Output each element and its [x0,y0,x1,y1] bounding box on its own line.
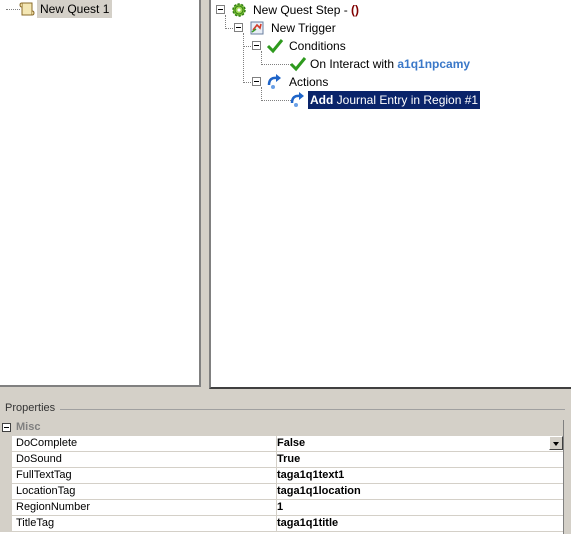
property-row[interactable]: RegionNumber 1 [0,500,563,516]
property-name: DoSound [12,452,277,468]
properties-divider [60,409,565,410]
row-gutter [0,452,12,468]
row-gutter [0,484,12,500]
dropdown-arrow-icon[interactable] [549,436,563,450]
quest-label: New Quest 1 [37,0,113,18]
scroll-icon [18,0,36,18]
collapse-toggle[interactable] [252,77,261,86]
collapse-toggle[interactable] [234,23,243,32]
tree-connector [261,87,262,101]
quest-tree-panel[interactable]: New Quest 1 [0,0,201,387]
condition-target: a1q1npcamy [397,57,471,71]
properties-title: Properties [5,402,56,414]
action-label-selected: Add Journal Entry in Region #1 [308,91,481,109]
property-row[interactable]: LocationTag taga1q1location [0,484,563,500]
property-value[interactable]: 1 [273,500,563,516]
checkmark-icon [266,37,284,55]
tree-connector [261,64,291,65]
properties-panel: Properties Misc DoComplete False DoSound Tr… [0,398,571,534]
checkmark-icon [289,55,307,73]
property-row[interactable]: FullTextTag taga1q1text1 [0,468,563,484]
tree-connector [243,33,244,83]
property-value[interactable]: taga1q1location [273,484,563,500]
trigger-icon [248,19,266,37]
property-name: TitleTag [12,516,277,532]
row-gutter [0,436,12,452]
action-verb: Add [310,93,334,107]
property-value[interactable]: False [273,436,563,452]
property-row[interactable]: DoSound True [0,452,563,468]
gear-icon [230,1,248,19]
conditions-label: Conditions [289,39,346,53]
property-row[interactable]: TitleTag taga1q1title [0,516,563,532]
redo-arrow-icon [289,91,307,109]
category-label: Misc [16,421,41,433]
collapse-toggle[interactable] [2,423,11,432]
quest-step-suffix: () [351,3,360,17]
collapse-toggle[interactable] [216,5,225,14]
property-name: DoComplete [12,436,277,452]
property-value[interactable]: taga1q1title [273,516,563,532]
quest-step-label: New Quest Step - [253,3,352,17]
row-gutter [0,468,12,484]
tree-connector [261,51,262,65]
property-name: RegionNumber [12,500,277,516]
property-grid[interactable]: Misc DoComplete False DoSound True FullTextT… [0,420,564,534]
condition-prefix: On Interact with [310,57,398,71]
action-rest: Journal Entry in Region #1 [333,93,479,107]
tree-connector [261,100,291,101]
row-gutter [0,500,12,516]
quest-step-tree-panel[interactable]: New Quest Step - () New Trigger Conditio… [209,0,571,389]
category-misc[interactable]: Misc [0,420,563,436]
collapse-toggle[interactable] [252,41,261,50]
property-name: FullTextTag [12,468,277,484]
property-value[interactable]: True [273,452,563,468]
property-name: LocationTag [12,484,277,500]
tree-connector [225,15,226,29]
property-row[interactable]: DoComplete False [0,436,563,452]
property-value[interactable]: taga1q1text1 [273,468,563,484]
actions-label: Actions [289,75,329,89]
trigger-label: New Trigger [271,21,336,35]
row-gutter [0,516,12,532]
redo-arrow-icon [266,73,284,91]
